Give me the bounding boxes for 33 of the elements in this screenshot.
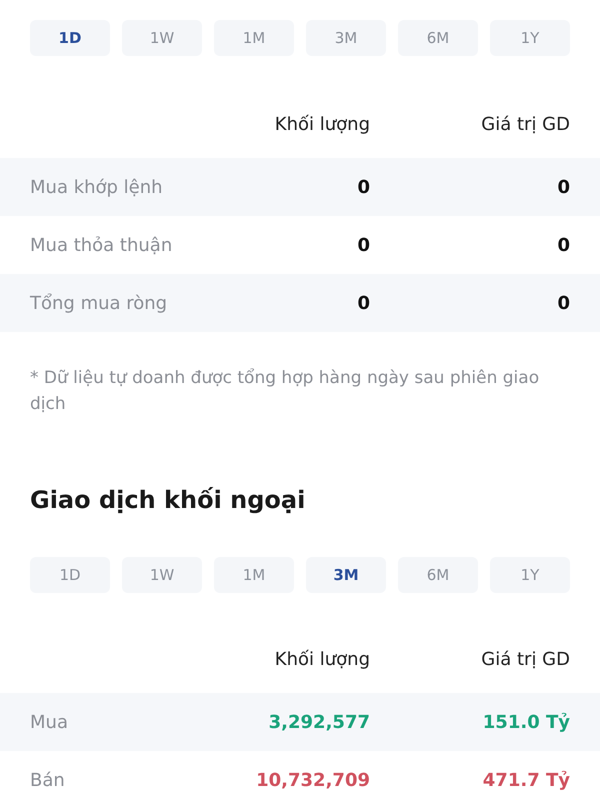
- column-header: Khối lượng: [274, 114, 370, 134]
- period-tab[interactable]: 1W: [122, 20, 202, 56]
- value-cell-text: 0: [556, 234, 570, 256]
- volume-cell-text: 0: [356, 234, 370, 256]
- row-label: Mua: [30, 712, 69, 732]
- period-tab[interactable]: 1M: [214, 557, 294, 593]
- value-cell-text: 151.0 Tỷ: [482, 712, 570, 732]
- column-header: Giá trị GD: [480, 114, 570, 134]
- volume-cell-text: 10,732,709: [255, 770, 370, 790]
- period-tab[interactable]: 3M: [306, 20, 386, 56]
- period-tab[interactable]: 6M: [398, 557, 478, 593]
- column-header: Giá trị GD: [480, 648, 570, 670]
- period-tab[interactable]: 6M: [398, 20, 478, 56]
- volume-cell-text: 3,292,577: [268, 712, 370, 732]
- volume-cell-text: 0: [356, 176, 370, 198]
- period-tab[interactable]: 1D: [30, 557, 110, 593]
- section-title: Giao dịch khối ngoại: [30, 485, 306, 515]
- volume-cell-text: 0: [356, 292, 370, 314]
- value-cell-text: 471.7 Tỷ: [482, 770, 570, 790]
- row-label: Mua khớp lệnh: [30, 176, 164, 198]
- value-cell-text: 0: [556, 176, 570, 198]
- row-label: Mua thỏa thuận: [30, 234, 174, 256]
- period-tab[interactable]: 1M: [214, 20, 294, 56]
- period-tab[interactable]: 1W: [122, 557, 202, 593]
- period-tab[interactable]: 1Y: [490, 20, 570, 56]
- row-label: Tổng mua ròng: [30, 292, 168, 314]
- period-tab[interactable]: 3M: [306, 557, 386, 593]
- column-header: Khối lượng: [274, 648, 370, 670]
- period-tab[interactable]: 1Y: [490, 557, 570, 593]
- row-label: Bán: [30, 770, 66, 790]
- period-tab[interactable]: 1D: [30, 20, 110, 56]
- footnote-text: * Dữ liệu tự doanh được tổng hợp hàng ngày sau phiên giao dịch: [30, 367, 540, 416]
- value-cell-text: 0: [556, 292, 570, 314]
